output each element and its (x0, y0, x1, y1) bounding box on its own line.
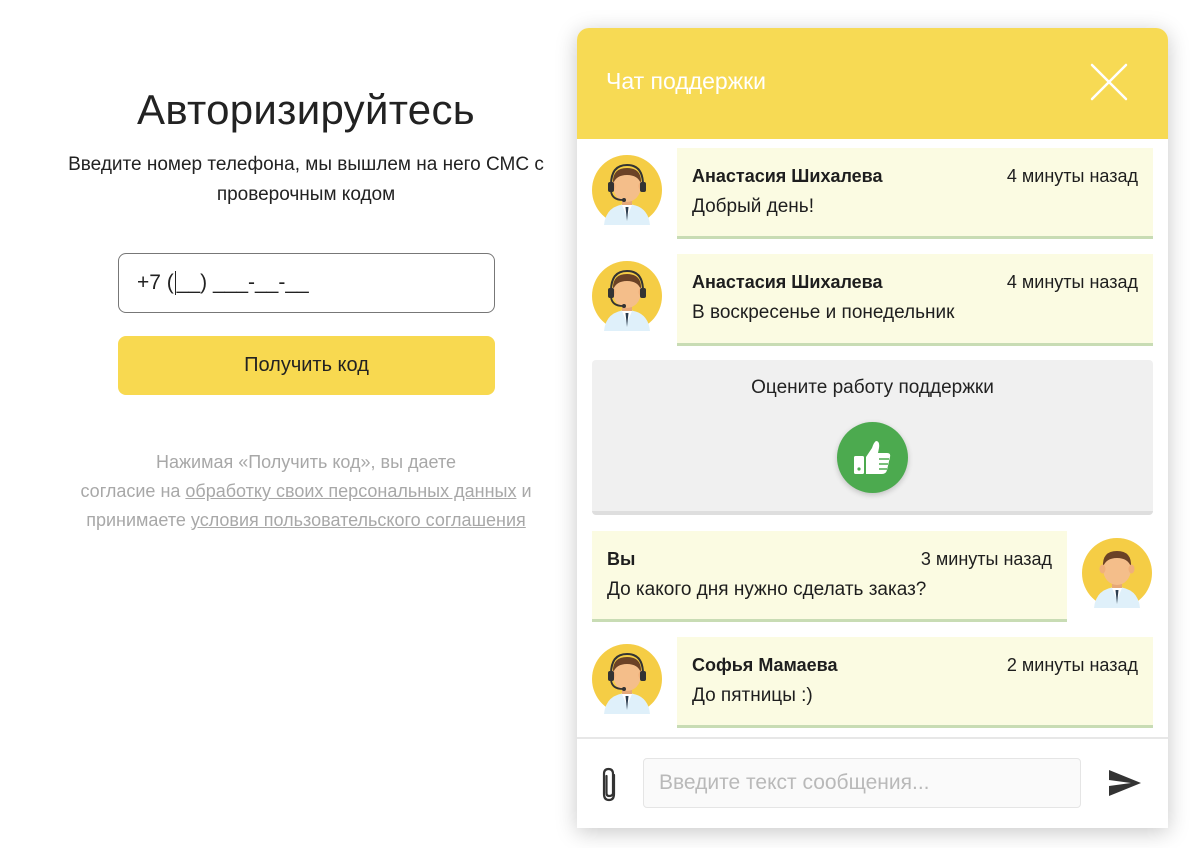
get-code-button[interactable]: Получить код (118, 336, 495, 395)
message-input[interactable] (643, 758, 1081, 808)
message-text: До какого дня нужно сделать заказ? (607, 579, 927, 600)
operator-avatar (592, 155, 662, 225)
chat-header: Чат поддержки (577, 28, 1168, 139)
operator-avatar (592, 644, 662, 714)
support-chat-widget: Чат поддержки Анастасия Шихалева 4 минут… (577, 28, 1168, 828)
consent-line-3: принимаете условия пользовательского сог… (30, 506, 582, 535)
user-agreement-link[interactable]: условия пользовательского соглашения (191, 510, 526, 530)
chat-title: Чат поддержки (606, 68, 767, 94)
consent-text-part: принимаете (86, 510, 191, 530)
auth-subtitle-line-1: Введите номер телефона, мы вышлем на нег… (68, 154, 544, 175)
message-bubble-own: Вы 3 минуты назад До какого дня нужно сд… (592, 531, 1067, 622)
like-button[interactable] (837, 422, 908, 493)
message-author: Софья Мамаева (692, 655, 838, 675)
message-text: В воскресенье и понедельник (692, 302, 955, 323)
text-caret (174, 271, 176, 295)
send-icon[interactable] (1107, 768, 1143, 798)
message-author: Анастасия Шихалева (692, 166, 883, 186)
message-bubble: Анастасия Шихалева 4 минуты назад В воск… (677, 254, 1153, 346)
paperclip-icon[interactable] (597, 766, 623, 804)
auth-subtitle-line-2: проверочным кодом (216, 184, 396, 205)
operator-avatar (592, 261, 662, 331)
user-avatar (1082, 538, 1152, 608)
consent-line-2: согласие на обработку своих персональных… (30, 477, 582, 506)
consent-text: Нажимая «Получить код», вы даете согласи… (30, 448, 582, 535)
consent-text-part: и (516, 481, 532, 501)
consent-text-part: согласие на (80, 481, 186, 501)
phone-mask: __) ___-__-__ (176, 271, 309, 294)
message-bubble: Софья Мамаева 2 минуты назад До пятницы … (677, 637, 1153, 728)
auth-subtitle: Введите номер телефона, мы вышлем на нег… (40, 150, 572, 210)
page-title: Авторизируйтесь (137, 86, 475, 133)
auth-panel: Авторизируйтесь Введите номер телефона, … (0, 0, 612, 848)
phone-prefix: +7 ( (137, 271, 174, 294)
rating-block: Оцените работу поддержки (592, 360, 1153, 515)
consent-line-1: Нажимая «Получить код», вы даете (155, 452, 457, 472)
message-text: Добрый день! (692, 196, 814, 217)
message-bubble: Анастасия Шихалева 4 минуты назад Добрый… (677, 148, 1153, 239)
message-time: 3 минуты назад (920, 549, 1052, 569)
close-icon[interactable] (1089, 62, 1129, 102)
message-author: Анастасия Шихалева (692, 272, 883, 292)
message-text: До пятницы :) (692, 685, 813, 706)
message-time: 4 минуты назад (1006, 166, 1138, 186)
thumbs-up-icon (854, 441, 891, 474)
message-time: 4 минуты назад (1006, 272, 1138, 292)
personal-data-link[interactable]: обработку своих персональных данных (185, 481, 516, 501)
message-time: 2 минуты назад (1006, 655, 1138, 675)
message-composer (577, 737, 1168, 828)
phone-input[interactable]: +7 (__) ___-__-__ (118, 253, 495, 313)
rating-title: Оцените работу поддержки (751, 377, 994, 398)
message-author: Вы (607, 549, 636, 569)
